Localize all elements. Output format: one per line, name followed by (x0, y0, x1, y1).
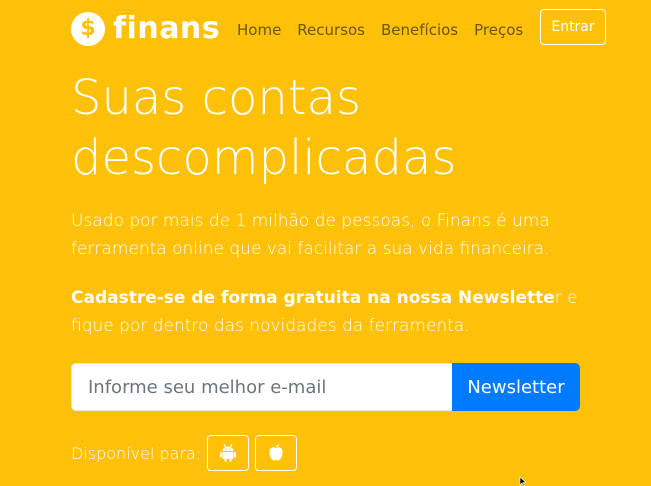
hero-title: Suas contas descomplicadas (71, 68, 591, 188)
email-input[interactable] (71, 363, 452, 411)
dollar-symbol: $ (80, 16, 96, 41)
nav-link-home[interactable]: Home (237, 20, 281, 40)
available-label: Disponível para: (71, 443, 202, 463)
android-icon (220, 443, 237, 462)
nav-link-recursos[interactable]: Recursos (297, 20, 365, 40)
available-platforms: Disponível para: (71, 434, 303, 472)
android-button[interactable] (207, 435, 250, 471)
navbar: $ finans Home Recursos Benefícios Preços… (0, 0, 651, 60)
hero-title-line1: Suas contas (71, 70, 361, 126)
nav-link-beneficios[interactable]: Benefícios (381, 20, 458, 40)
hero-lead: Usado por mais de 1 milhão de pessoas, o… (71, 211, 550, 259)
login-button[interactable]: Entrar (540, 9, 606, 45)
newsletter-cta-bold: Cadastre-se de forma gratuita na nossa N… (71, 288, 555, 308)
newsletter-button[interactable]: Newsletter (452, 363, 580, 411)
apple-button[interactable] (255, 435, 298, 471)
newsletter-cta: Cadastre-se de forma gratuita na nossa N… (71, 284, 591, 340)
nav-link-precos[interactable]: Preços (474, 20, 523, 40)
apple-icon (269, 444, 283, 461)
brand-name: finans (113, 11, 221, 46)
nav-links: Home Recursos Benefícios Preços (237, 20, 539, 40)
newsletter-form: Newsletter (71, 363, 580, 411)
brand-logo[interactable]: $ finans (71, 12, 220, 46)
hero-title-line2: descomplicadas (71, 130, 457, 186)
dollar-coin-icon: $ (71, 12, 105, 46)
